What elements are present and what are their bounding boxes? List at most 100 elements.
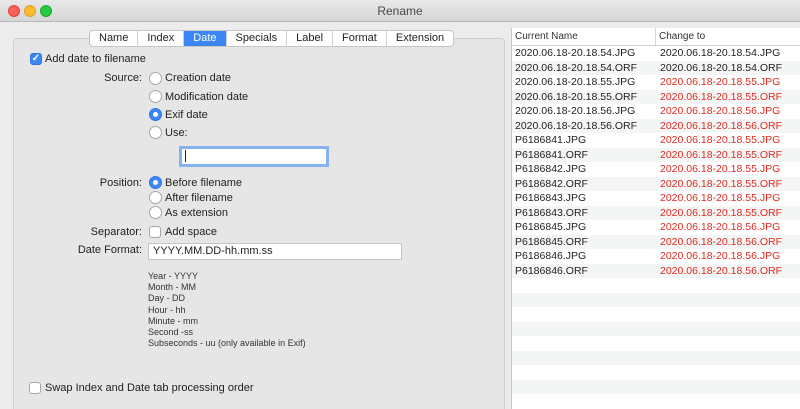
table-row[interactable]: P6186845.JPG 2020.06.18-20.18.56.JPG xyxy=(512,220,800,235)
table-row[interactable]: 2020.06.18-20.18.55.JPG 2020.06.18-20.18.… xyxy=(512,75,800,90)
add-date-label: Add date to filename xyxy=(45,53,146,65)
change-to-cell: 2020.06.18-20.18.56.ORF xyxy=(660,119,783,132)
current-name-cell: 2020.06.18-20.18.55.JPG xyxy=(515,76,636,88)
source-modification-radio[interactable] xyxy=(149,90,162,103)
source-label: Source: xyxy=(104,72,142,84)
change-to-cell: 2020.06.18-20.18.56.JPG xyxy=(660,250,781,262)
current-name-cell xyxy=(512,380,656,395)
source-creation-radio[interactable] xyxy=(149,72,162,85)
source-exif-radio[interactable] xyxy=(149,108,162,121)
current-name-cell xyxy=(512,365,656,380)
change-to-cell xyxy=(656,307,660,322)
table-row[interactable]: 2020.06.18-20.18.54.JPG 2020.06.18-20.18.… xyxy=(512,46,800,61)
tab-date[interactable]: Date xyxy=(184,31,227,46)
change-to-cell: 2020.06.18-20.18.56.JPG xyxy=(660,221,781,233)
table-row[interactable]: 2020.06.18-20.18.54.ORF 2020.06.18-20.18.… xyxy=(512,60,800,75)
tab-specials[interactable]: Specials xyxy=(227,31,288,46)
table-row[interactable]: 2020.06.18-20.18.56.JPG 2020.06.18-20.18.… xyxy=(512,104,800,119)
table-row xyxy=(512,379,800,395)
table-row xyxy=(512,292,800,308)
current-name-cell: P6186843.ORF xyxy=(515,206,588,219)
current-name-cell: 2020.06.18-20.18.55.ORF xyxy=(515,90,638,103)
source-use-radio[interactable] xyxy=(149,126,162,139)
current-name-cell: P6186842.ORF xyxy=(515,177,588,190)
legend-day: Day - DD xyxy=(148,293,186,304)
current-name-cell: P6186846.JPG xyxy=(515,250,587,262)
current-name-cell: 2020.06.18-20.18.54.JPG xyxy=(515,47,636,59)
current-name-cell: P6186841.ORF xyxy=(515,148,588,161)
current-name-cell: 2020.06.18-20.18.56.ORF xyxy=(515,119,638,132)
swap-order-checkbox[interactable] xyxy=(29,382,41,394)
change-to-cell: 2020.06.18-20.18.56.JPG xyxy=(660,105,781,117)
column-current-name[interactable]: Current Name xyxy=(512,28,656,45)
table-row[interactable]: P6186843.ORF 2020.06.18-20.18.55.ORF xyxy=(512,205,800,220)
tab-name[interactable]: Name xyxy=(90,31,139,46)
position-before-label: Before filename xyxy=(165,177,243,189)
current-name-cell: P6186845.JPG xyxy=(515,221,587,233)
swap-order-label: Swap Index and Date tab processing order xyxy=(45,382,254,394)
change-to-cell xyxy=(656,322,660,337)
tab-format[interactable]: Format xyxy=(333,31,387,46)
legend-subseconds: Subseconds - uu (only available in Exif) xyxy=(148,338,306,349)
current-name-cell xyxy=(512,307,656,322)
table-row[interactable]: 2020.06.18-20.18.56.ORF 2020.06.18-20.18.… xyxy=(512,118,800,133)
legend-minute: Minute - mm xyxy=(148,315,199,326)
change-to-cell: 2020.06.18-20.18.54.ORF xyxy=(660,61,783,74)
date-format-input[interactable]: YYYY.MM.DD-hh.mm.ss xyxy=(148,243,402,260)
current-name-cell xyxy=(512,293,656,308)
change-to-cell: 2020.06.18-20.18.55.ORF xyxy=(660,90,783,103)
add-date-checkbox[interactable] xyxy=(30,53,42,65)
source-use-label: Use: xyxy=(165,127,188,139)
table-row[interactable]: P6186843.JPG 2020.06.18-20.18.55.JPG xyxy=(512,191,800,206)
position-extension-label: As extension xyxy=(165,207,228,219)
position-after-radio[interactable] xyxy=(149,191,162,204)
change-to-cell: 2020.06.18-20.18.55.JPG xyxy=(660,192,781,204)
table-row xyxy=(512,307,800,322)
current-name-cell: 2020.06.18-20.18.54.ORF xyxy=(515,61,638,74)
table-row[interactable]: 2020.06.18-20.18.55.ORF 2020.06.18-20.18.… xyxy=(512,89,800,104)
position-before-radio[interactable] xyxy=(149,176,162,189)
current-name-cell: P6186843.JPG xyxy=(515,192,587,204)
legend-second: Second -ss xyxy=(148,327,194,338)
change-to-cell xyxy=(656,278,660,293)
table-row[interactable]: P6186842.JPG 2020.06.18-20.18.55.JPG xyxy=(512,162,800,177)
current-name-cell: P6186841.JPG xyxy=(515,134,587,146)
add-space-label: Add space xyxy=(165,226,217,238)
table-row[interactable]: P6186845.ORF 2020.06.18-20.18.56.ORF xyxy=(512,234,800,249)
source-exif-label: Exif date xyxy=(165,109,208,121)
table-row[interactable]: P6186846.JPG 2020.06.18-20.18.56.JPG xyxy=(512,249,800,264)
position-extension-radio[interactable] xyxy=(149,206,162,219)
separator-label: Separator: xyxy=(90,226,142,238)
change-to-cell: 2020.06.18-20.18.55.ORF xyxy=(660,206,783,219)
table-row xyxy=(512,350,800,366)
table-row[interactable]: P6186841.ORF 2020.06.18-20.18.55.ORF xyxy=(512,147,800,162)
table-row xyxy=(512,278,800,293)
tab-extension[interactable]: Extension xyxy=(387,31,453,46)
position-after-label: After filename xyxy=(165,192,233,204)
tab-label[interactable]: Label xyxy=(287,31,334,46)
change-to-cell xyxy=(656,351,660,366)
current-name-cell: P6186845.ORF xyxy=(515,235,588,248)
legend-hour: Hour - hh xyxy=(148,304,186,315)
change-to-cell: 2020.06.18-20.18.55.JPG xyxy=(660,134,781,146)
add-space-checkbox[interactable] xyxy=(149,226,161,238)
table-row xyxy=(512,365,800,380)
table-row[interactable]: P6186842.ORF 2020.06.18-20.18.55.ORF xyxy=(512,176,800,191)
table-row[interactable]: P6186846.ORF 2020.06.18-20.18.56.ORF xyxy=(512,263,800,278)
legend-year: Year - YYYY xyxy=(148,271,199,281)
format-legend: Year - YYYY Month - MM Day - DD Hour - h… xyxy=(148,271,306,349)
tab-index[interactable]: Index xyxy=(138,31,185,46)
current-name-cell: P6186842.JPG xyxy=(515,163,587,175)
column-change-to[interactable]: Change to xyxy=(656,28,705,45)
change-to-cell: 2020.06.18-20.18.54.JPG xyxy=(660,47,781,59)
date-format-label: Date Format: xyxy=(77,244,142,256)
use-date-input[interactable] xyxy=(179,146,329,167)
table-row[interactable]: P6186841.JPG 2020.06.18-20.18.55.JPG xyxy=(512,133,800,148)
settings-pane: Name Index Date Specials Label Format Ex… xyxy=(0,22,511,409)
tab-panel xyxy=(13,38,505,409)
source-modification-label: Modification date xyxy=(165,91,249,103)
preview-table: Current Name Change to 2020.06.18-20.18.… xyxy=(511,28,800,409)
change-to-cell: 2020.06.18-20.18.55.JPG xyxy=(660,76,781,88)
legend-month: Month - MM xyxy=(148,282,197,293)
current-name-cell xyxy=(512,278,656,293)
